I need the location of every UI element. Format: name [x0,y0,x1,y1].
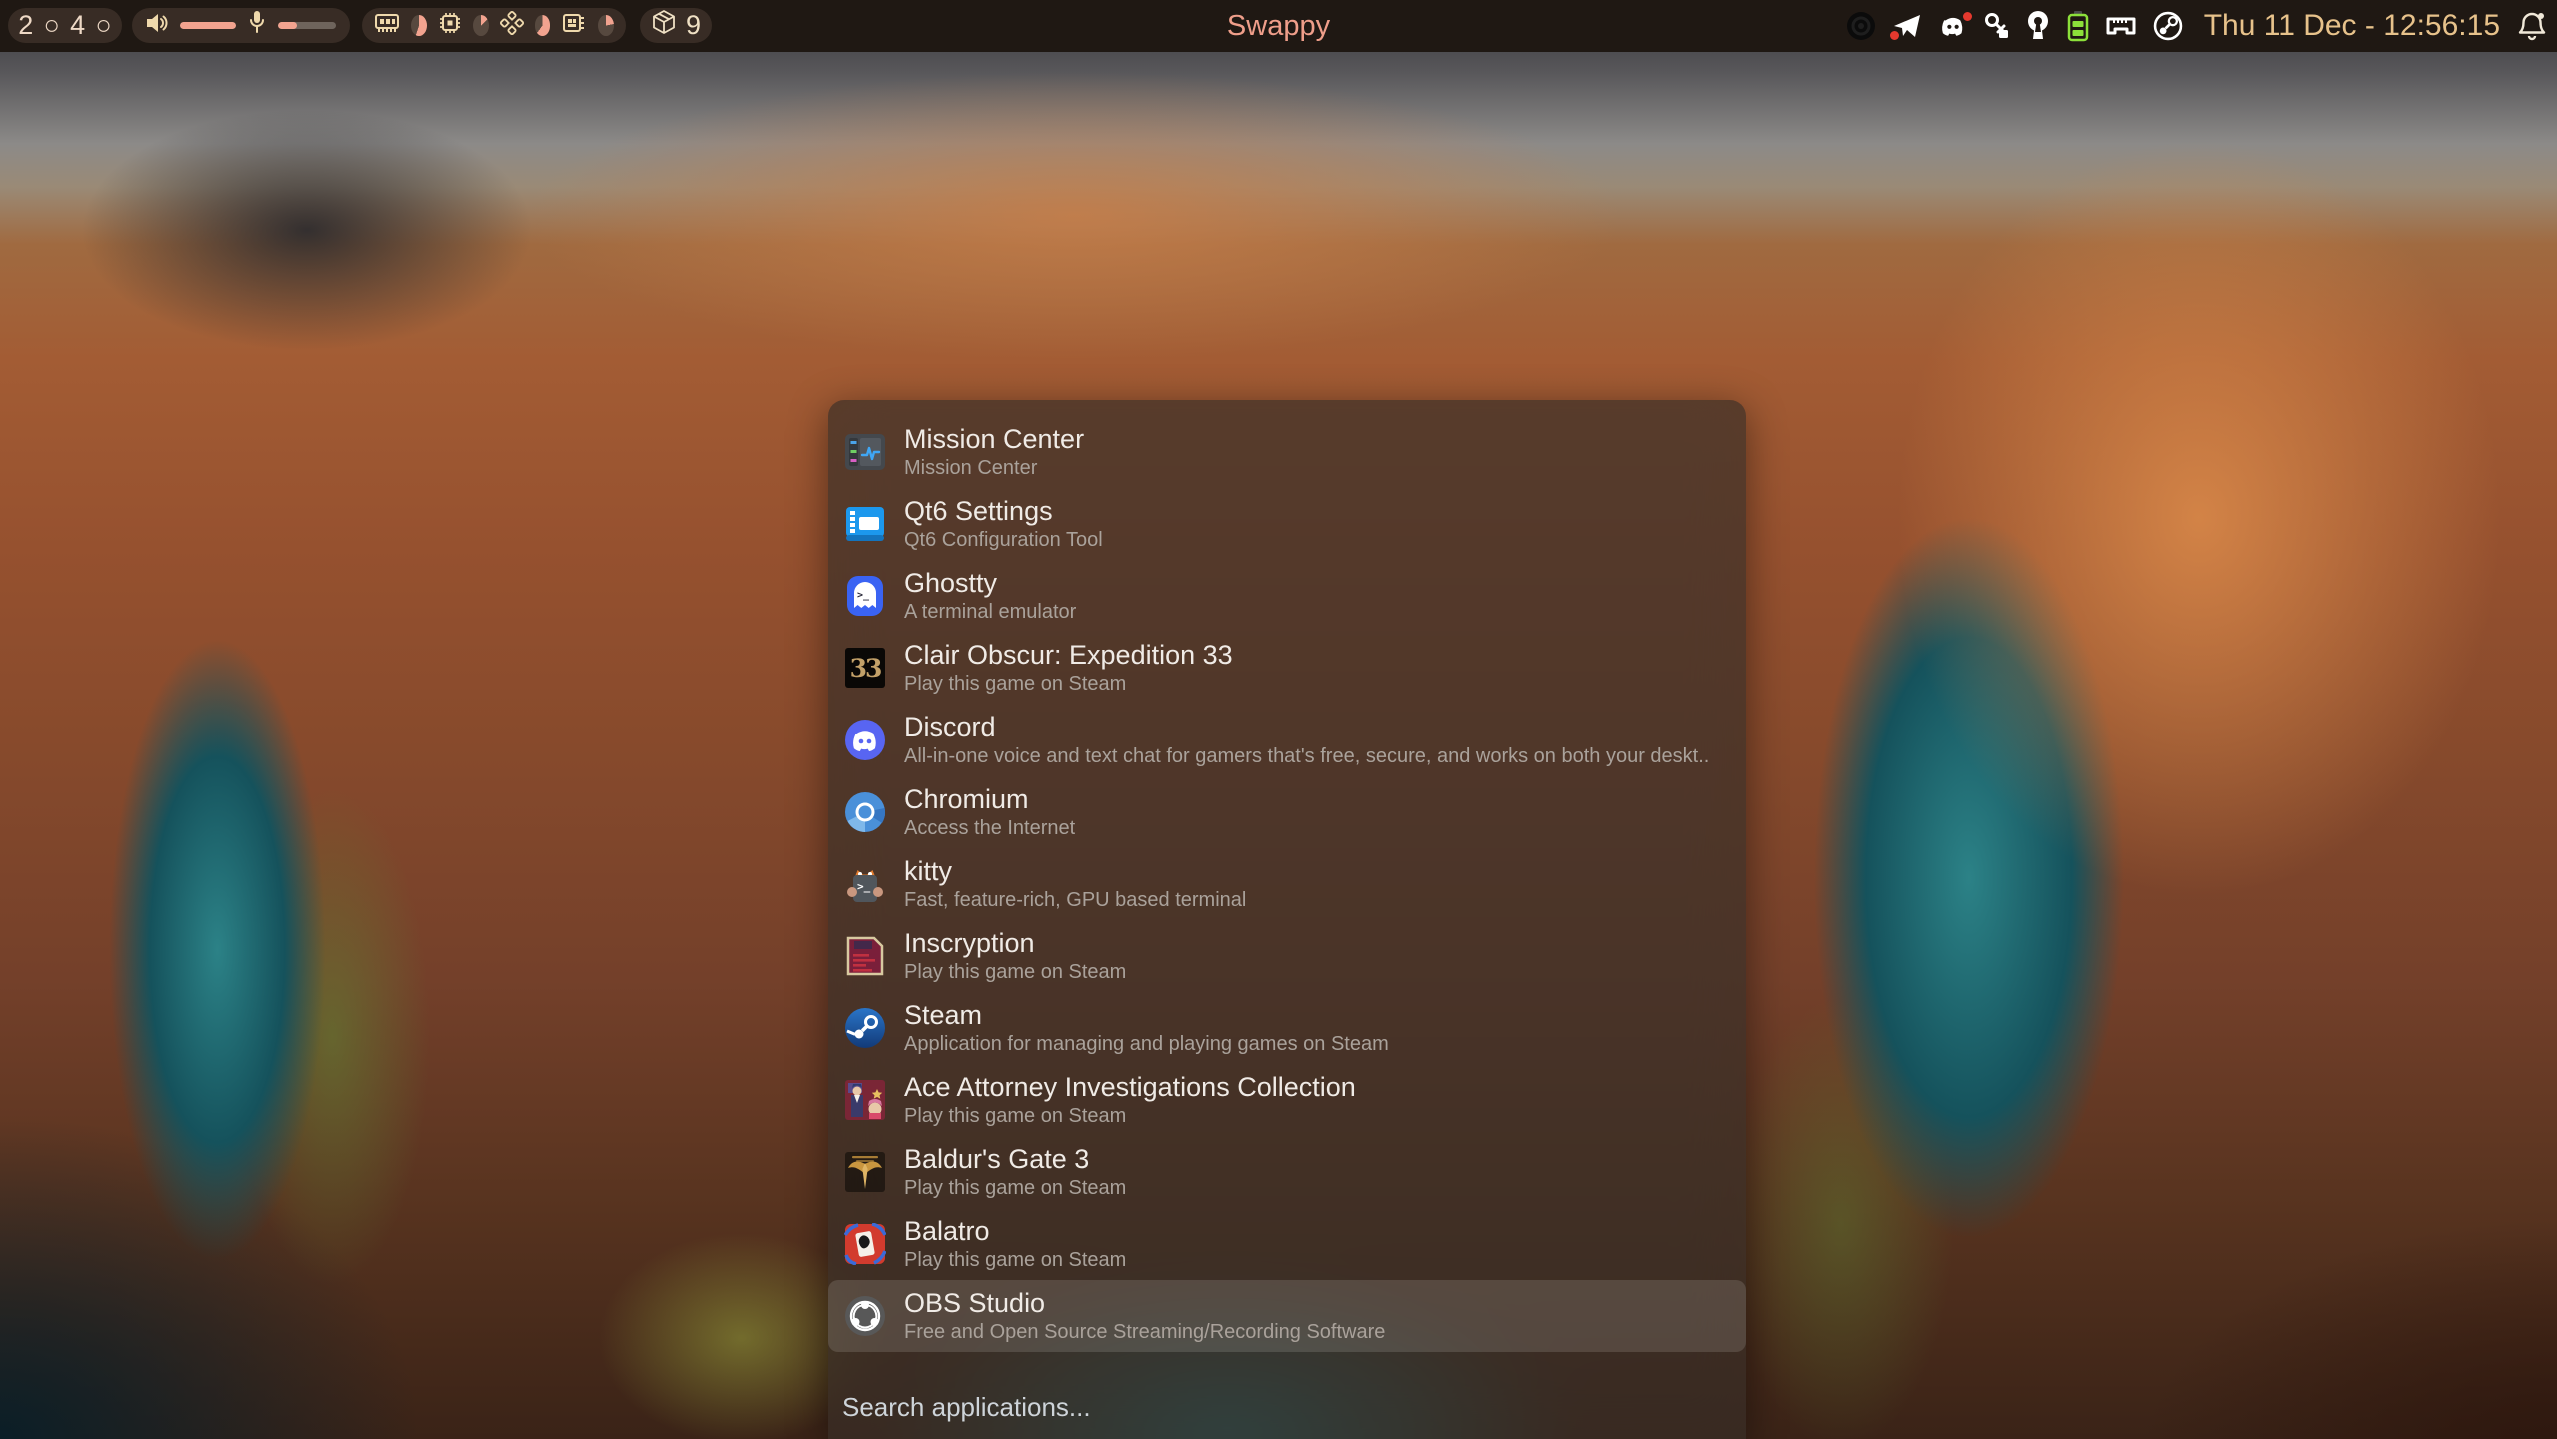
clair-obscur-icon: 33 [844,647,886,689]
qt6-settings-icon [844,503,886,545]
ram-icon [374,11,400,40]
app-title: Mission Center [904,423,1084,456]
kitty-icon: >_ [844,863,886,905]
app-title: Clair Obscur: Expedition 33 [904,639,1233,672]
updates-count: 9 [686,10,701,41]
app-title: Ace Attorney Investigations Collection [904,1071,1356,1104]
microphone-icon[interactable] [248,10,266,41]
app-row-baldurs-gate-3[interactable]: Baldur's Gate 3 Play this game on Steam [828,1136,1746,1208]
app-description: Play this game on Steam [904,1176,1126,1201]
system-monitor-widget[interactable] [362,8,626,43]
discord-icon [844,719,886,761]
discord-tray-icon[interactable] [1936,9,1970,43]
memory-usage-pie [411,15,427,36]
svg-text:33: 33 [850,654,881,683]
app-description: A terminal emulator [904,600,1076,625]
app-title: Balatro [904,1215,1126,1248]
workspace-4[interactable]: 4 [70,10,85,41]
updates-widget[interactable]: 9 [640,8,712,43]
battery-icon[interactable] [2065,10,2091,42]
chromium-icon [844,791,886,833]
keyring-icon[interactable] [2024,10,2052,42]
gpu-icon [500,11,524,40]
focused-window-title: Swappy [1227,0,1330,52]
system-tray: Thu 11 Dec - 12:56:15 [1844,0,2547,52]
vram-chip-icon [561,11,587,40]
audio-widget[interactable] [132,8,350,43]
app-description: Play this game on Steam [904,1248,1126,1273]
app-title: Chromium [904,783,1075,816]
balatro-icon [844,1223,886,1265]
telegram-icon[interactable] [1891,10,1923,42]
search-input[interactable] [842,1392,1732,1423]
inscryption-icon [844,935,886,977]
app-row-clair-obscur[interactable]: 33 Clair Obscur: Expedition 33 Play this… [828,632,1746,704]
steam-tray-icon[interactable] [2151,9,2185,43]
ghostty-icon: >_ [844,575,886,617]
app-description: Mission Center [904,456,1084,481]
app-title: Qt6 Settings [904,495,1103,528]
speaker-icon[interactable] [146,11,168,40]
workspace-indicator[interactable]: 2 ○ 4 ○ [8,8,122,43]
app-description: Play this game on Steam [904,960,1126,985]
volume-slider[interactable] [180,22,236,29]
app-row-kitty[interactable]: >_ kitty Fast, feature-rich, GPU based t… [828,848,1746,920]
top-status-bar: 2 ○ 4 ○ 9 [0,0,2557,52]
mission-center-icon [844,431,886,473]
app-row-steam[interactable]: Steam Application for managing and playi… [828,992,1746,1064]
ace-attorney-icon [844,1079,886,1121]
app-description: Free and Open Source Streaming/Recording… [904,1320,1385,1345]
app-title: Baldur's Gate 3 [904,1143,1126,1176]
vram-usage-pie [598,15,614,36]
workspace-empty-1[interactable]: ○ [44,12,60,39]
app-row-discord[interactable]: Discord All-in-one voice and text chat f… [828,704,1746,776]
app-description: Application for managing and playing gam… [904,1032,1389,1057]
app-title: Discord [904,711,1709,744]
app-title: Steam [904,999,1389,1032]
app-description: All-in-one voice and text chat for gamer… [904,744,1709,769]
obs-studio-icon [844,1295,886,1337]
steelseries-icon[interactable] [1844,9,1878,43]
keepassxc-key-icon[interactable] [1983,11,2011,41]
app-row-obs-studio[interactable]: OBS Studio Free and Open Source Streamin… [828,1280,1746,1352]
svg-text:>_: >_ [857,590,870,601]
svg-text:>_: >_ [857,880,871,893]
app-row-balatro[interactable]: Balatro Play this game on Steam [828,1208,1746,1280]
mic-slider[interactable] [278,22,336,29]
baldurs-gate-3-icon [844,1151,886,1193]
steam-icon [844,1007,886,1049]
search-bar [842,1392,1732,1423]
gpu-usage-pie [535,15,551,36]
application-launcher: Mission Center Mission Center Qt6 Settin… [828,400,1746,1439]
discord-badge [1963,12,1972,21]
app-title: OBS Studio [904,1287,1385,1320]
app-row-qt6-settings[interactable]: Qt6 Settings Qt6 Configuration Tool [828,488,1746,560]
app-list: Mission Center Mission Center Qt6 Settin… [828,416,1746,1352]
workspace-empty-2[interactable]: ○ [95,12,111,39]
cpu-icon [438,11,462,40]
cpu-usage-pie [473,15,489,36]
network-port-icon[interactable] [2104,11,2138,41]
workspace-2[interactable]: 2 [18,10,33,41]
app-title: kitty [904,855,1246,888]
clock[interactable]: Thu 11 Dec - 12:56:15 [2204,9,2500,43]
app-row-inscryption[interactable]: Inscryption Play this game on Steam [828,920,1746,992]
telegram-badge [1890,31,1899,40]
app-row-ghostty[interactable]: >_ Ghostty A terminal emulator [828,560,1746,632]
app-row-chromium[interactable]: Chromium Access the Internet [828,776,1746,848]
app-title: Ghostty [904,567,1076,600]
app-title: Inscryption [904,927,1126,960]
app-description: Fast, feature-rich, GPU based terminal [904,888,1246,913]
app-description: Qt6 Configuration Tool [904,528,1103,553]
notification-bell-icon[interactable] [2517,10,2547,42]
app-row-mission-center[interactable]: Mission Center Mission Center [828,416,1746,488]
app-description: Access the Internet [904,816,1075,841]
package-box-icon [651,9,677,42]
app-row-ace-attorney[interactable]: Ace Attorney Investigations Collection P… [828,1064,1746,1136]
app-description: Play this game on Steam [904,672,1233,697]
app-description: Play this game on Steam [904,1104,1356,1129]
